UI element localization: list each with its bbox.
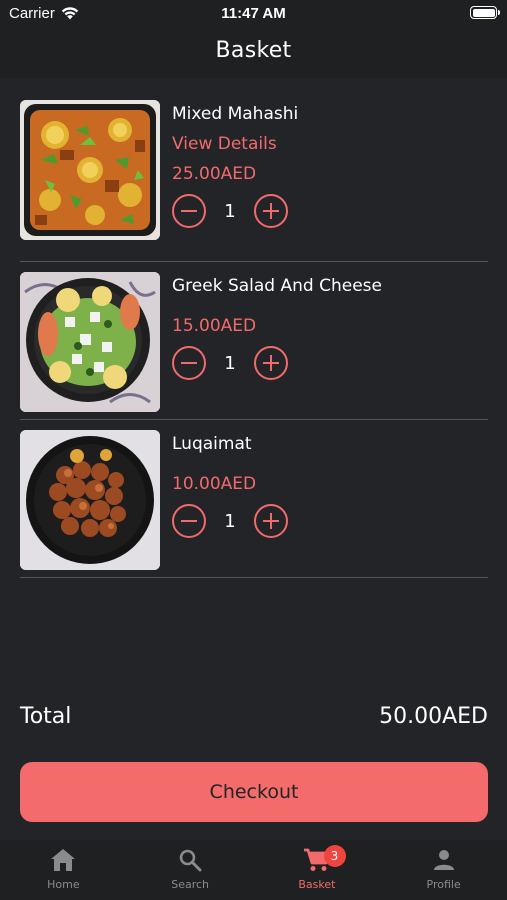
person-icon [433, 850, 454, 870]
item-info: Greek Salad And Cheese 15.00AED 1 [172, 272, 382, 380]
quantity-value: 1 [224, 200, 236, 222]
page-title: Basket [215, 38, 292, 63]
battery-icon [470, 6, 500, 19]
food-photo [20, 430, 160, 570]
decrement-button[interactable] [172, 194, 206, 228]
item-price: 15.00AED [172, 316, 257, 336]
basket-item: Greek Salad And Cheese 15.00AED 1 [20, 262, 488, 420]
item-price: 25.00AED [172, 164, 257, 184]
item-image-mixed-mahashi[interactable] [20, 100, 160, 240]
increment-button[interactable] [254, 346, 288, 380]
tab-label: Profile [426, 878, 461, 891]
minus-icon [181, 519, 197, 522]
nav-bar: Basket [0, 28, 507, 78]
item-info: Luqaimat 10.00AED 1 [172, 430, 288, 538]
total-row: Total 50.00AED [20, 704, 488, 729]
basket-item: Mixed Mahashi View Details 25.00AED 1 [20, 78, 488, 262]
basket-item: Luqaimat 10.00AED 1 [20, 420, 488, 578]
quantity-value: 1 [224, 510, 236, 532]
tab-bar: Home Search Basket 3 Profile [0, 840, 507, 900]
clock: 11:47 AM [221, 5, 286, 22]
status-bar: Carrier 11:47 AM [0, 0, 507, 28]
item-name: Greek Salad And Cheese [172, 276, 382, 296]
food-photo [20, 100, 160, 240]
total-label: Total [20, 704, 72, 729]
increment-button[interactable] [254, 504, 288, 538]
item-price: 10.00AED [172, 474, 257, 494]
item-image-luqaimat[interactable] [20, 430, 160, 570]
view-details-link[interactable]: View Details [172, 134, 298, 154]
quantity-stepper: 1 [172, 504, 288, 538]
tab-basket[interactable]: Basket 3 [254, 840, 381, 900]
minus-icon [181, 209, 197, 212]
item-name: Mixed Mahashi [172, 104, 299, 124]
decrement-button[interactable] [172, 346, 206, 380]
item-image-greek-salad[interactable] [20, 272, 160, 412]
checkout-button[interactable]: Checkout [20, 762, 488, 822]
tab-label: Basket [298, 878, 336, 891]
quantity-stepper: 1 [172, 194, 298, 228]
minus-icon [181, 361, 197, 364]
cart-count-badge: 3 [323, 845, 346, 867]
tab-label: Search [171, 878, 210, 891]
search-icon [179, 849, 202, 872]
decrement-button[interactable] [172, 504, 206, 538]
tab-search[interactable]: Search [127, 840, 254, 900]
total-value: 50.00AED [379, 704, 488, 729]
quantity-stepper: 1 [172, 346, 382, 380]
basket-list: Mixed Mahashi View Details 25.00AED 1 Gr… [20, 78, 488, 578]
item-info: Mixed Mahashi View Details 25.00AED 1 [172, 100, 298, 228]
increment-button[interactable] [254, 194, 288, 228]
item-name: Luqaimat [172, 434, 252, 454]
home-icon [51, 849, 76, 871]
tab-home[interactable]: Home [0, 840, 127, 900]
food-photo [20, 272, 160, 412]
tab-profile[interactable]: Profile [380, 840, 507, 900]
quantity-value: 1 [224, 352, 236, 374]
tab-label: Home [47, 878, 80, 891]
